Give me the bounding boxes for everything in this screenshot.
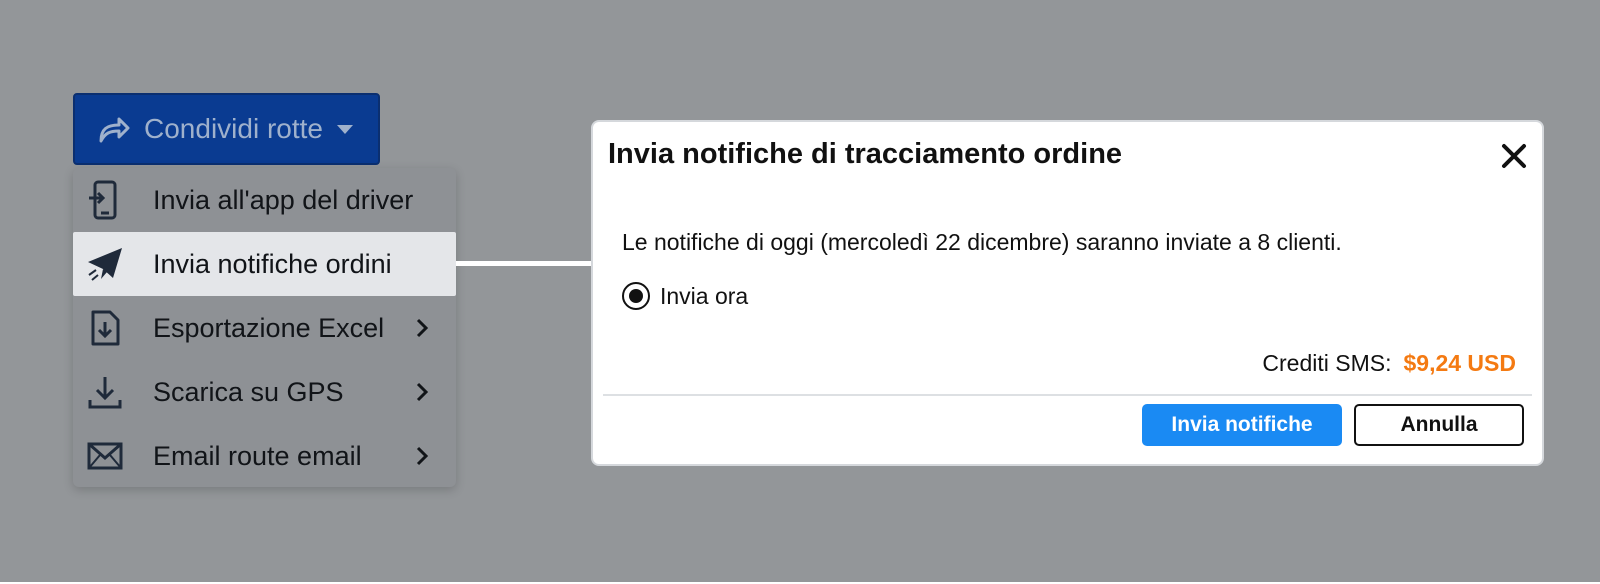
menu-item-label: Invia all'app del driver (153, 184, 414, 215)
connector-line (456, 261, 592, 266)
menu-item-order-notifications[interactable]: Invia notifiche ordini (73, 232, 456, 296)
download-icon (85, 372, 125, 412)
mobile-send-icon (85, 180, 125, 220)
send-now-radio[interactable] (622, 282, 650, 310)
chevron-right-icon (416, 446, 429, 466)
menu-item-send-driver-app[interactable]: Invia all'app del driver (73, 168, 456, 232)
share-dropdown-menu: Invia all'app del driver Invia notifiche… (73, 168, 456, 487)
send-notifications-button[interactable]: Invia notifiche (1142, 404, 1342, 446)
menu-item-label: Esportazione Excel (153, 312, 385, 343)
menu-item-email-route[interactable]: Email route email (73, 424, 456, 488)
radio-selected-dot (629, 289, 643, 303)
menu-item-label: Scarica su GPS (153, 376, 344, 407)
dialog-divider (603, 394, 1532, 396)
tracking-notifications-dialog: Invia notifiche di tracciamento ordine L… (591, 120, 1544, 466)
dialog-message: Le notifiche di oggi (mercoledì 22 dicem… (622, 229, 1342, 255)
send-now-label: Invia ora (660, 282, 749, 309)
caret-down-icon (336, 124, 353, 134)
cancel-button[interactable]: Annulla (1354, 404, 1524, 446)
chevron-right-icon (416, 318, 429, 338)
close-icon[interactable] (1500, 142, 1528, 170)
share-routes-label: Condividi rotte (144, 113, 323, 144)
chevron-right-icon (416, 382, 429, 402)
send-now-radio-option[interactable]: Invia ora (622, 282, 748, 310)
sms-credits: Crediti SMS: $9,24 USD (1262, 350, 1516, 377)
menu-item-excel-export[interactable]: Esportazione Excel (73, 296, 456, 360)
envelope-icon (85, 436, 125, 476)
file-download-icon (85, 308, 125, 348)
sms-credits-amount: $9,24 USD (1403, 350, 1516, 376)
menu-item-gps-download[interactable]: Scarica su GPS (73, 360, 456, 424)
share-arrow-icon (95, 111, 131, 147)
sms-credits-label: Crediti SMS: (1262, 350, 1392, 376)
paper-plane-icon (85, 244, 125, 284)
share-routes-button[interactable]: Condividi rotte (73, 93, 380, 165)
dialog-title: Invia notifiche di tracciamento ordine (608, 138, 1123, 170)
menu-item-label: Invia notifiche ordini (153, 248, 392, 279)
menu-item-label: Email route email (153, 440, 362, 471)
